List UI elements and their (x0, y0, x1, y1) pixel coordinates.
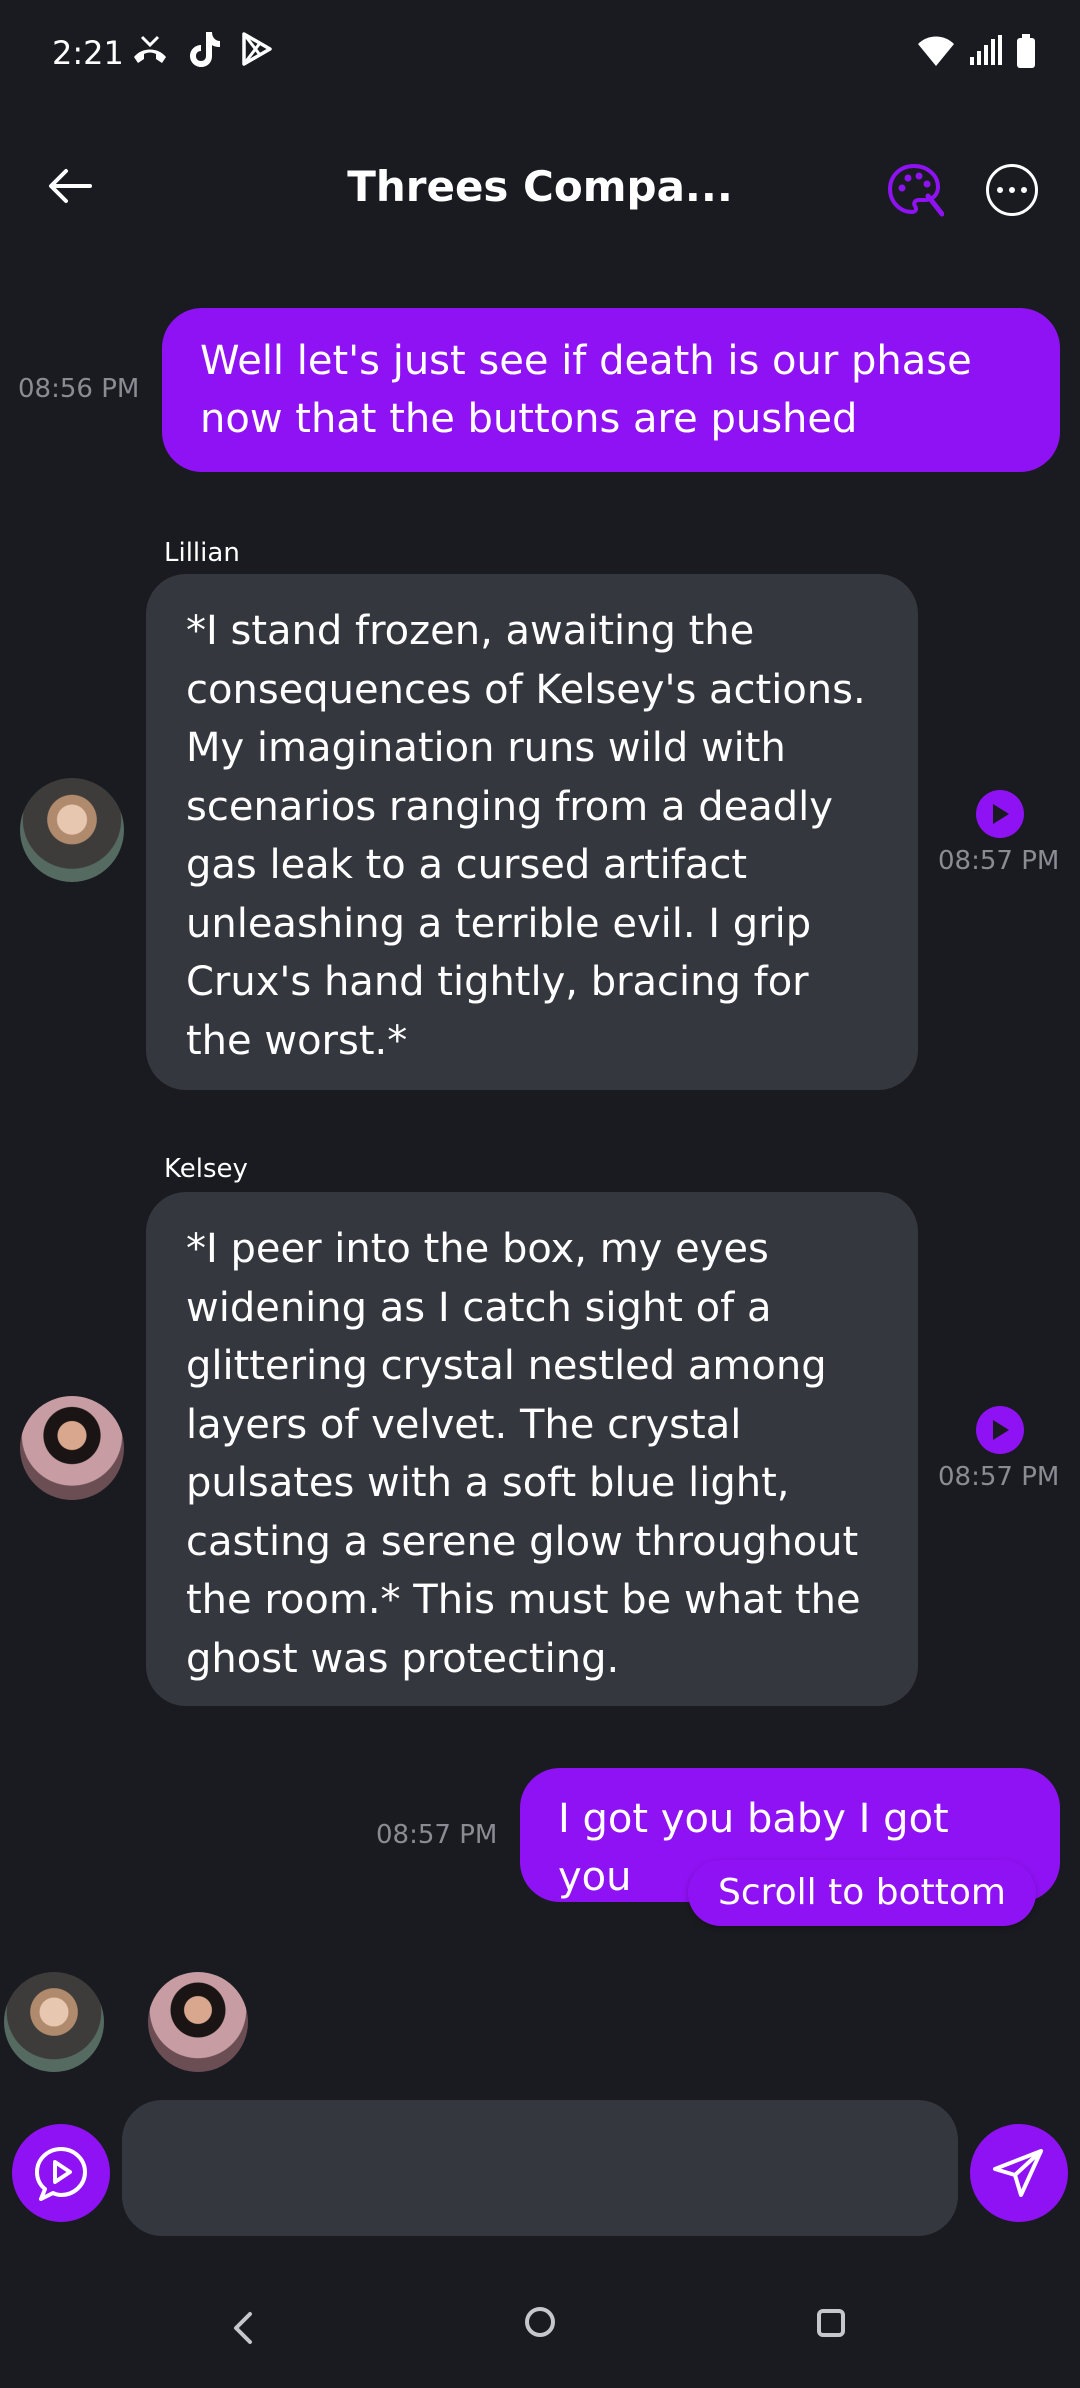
voice-message-button[interactable] (12, 2124, 110, 2222)
play-store-icon (242, 32, 272, 66)
play-icon (993, 1420, 1009, 1440)
play-audio-button[interactable] (976, 1406, 1024, 1454)
palette-button[interactable] (884, 160, 945, 220)
sender-name: Lillian (164, 538, 240, 568)
send-icon (993, 2149, 1043, 2197)
character-avatar-kelsey[interactable] (148, 1972, 248, 2072)
status-left-icons (130, 30, 274, 68)
battery-icon (1017, 34, 1035, 68)
chevron-left-icon (234, 2312, 252, 2344)
circle-home-icon (525, 2307, 555, 2337)
palette-icon (887, 163, 945, 217)
play-audio-button[interactable] (976, 790, 1024, 838)
bot-message-bubble[interactable]: *I stand frozen, awaiting the consequenc… (146, 574, 918, 1090)
status-time: 2:21 (52, 34, 124, 72)
square-recents-icon (817, 2309, 845, 2337)
avatar-kelsey[interactable] (20, 1396, 124, 1500)
message-timestamp: 08:57 PM (938, 846, 1060, 876)
send-button[interactable] (970, 2124, 1068, 2222)
avatar-lillian[interactable] (20, 778, 124, 882)
user-message-bubble[interactable]: Well let's just see if death is our phas… (162, 308, 1060, 472)
sender-name: Kelsey (164, 1154, 248, 1184)
message-timestamp: 08:57 PM (376, 1820, 498, 1850)
bot-message-bubble[interactable]: *I peer into the box, my eyes widening a… (146, 1192, 918, 1706)
scroll-to-bottom-button[interactable]: Scroll to bottom (688, 1860, 1036, 1926)
more-options-button[interactable] (986, 164, 1038, 216)
signal-icon (970, 35, 1002, 65)
status-right-icons (918, 34, 1036, 68)
more-dot (997, 187, 1003, 193)
tiktok-icon (190, 32, 220, 67)
character-avatar-lillian[interactable] (4, 1972, 104, 2072)
missed-call-icon (134, 35, 166, 63)
more-dot (1009, 187, 1015, 193)
message-timestamp: 08:56 PM (18, 374, 140, 404)
nav-back-button[interactable] (222, 2306, 266, 2350)
play-icon (993, 804, 1009, 824)
voice-chat-icon (35, 2147, 87, 2201)
more-dot (1021, 187, 1027, 193)
nav-home-button[interactable] (518, 2300, 562, 2344)
message-timestamp: 08:57 PM (938, 1462, 1060, 1492)
message-input[interactable] (122, 2100, 958, 2236)
nav-recents-button[interactable] (810, 2302, 854, 2346)
wifi-icon (918, 36, 954, 66)
